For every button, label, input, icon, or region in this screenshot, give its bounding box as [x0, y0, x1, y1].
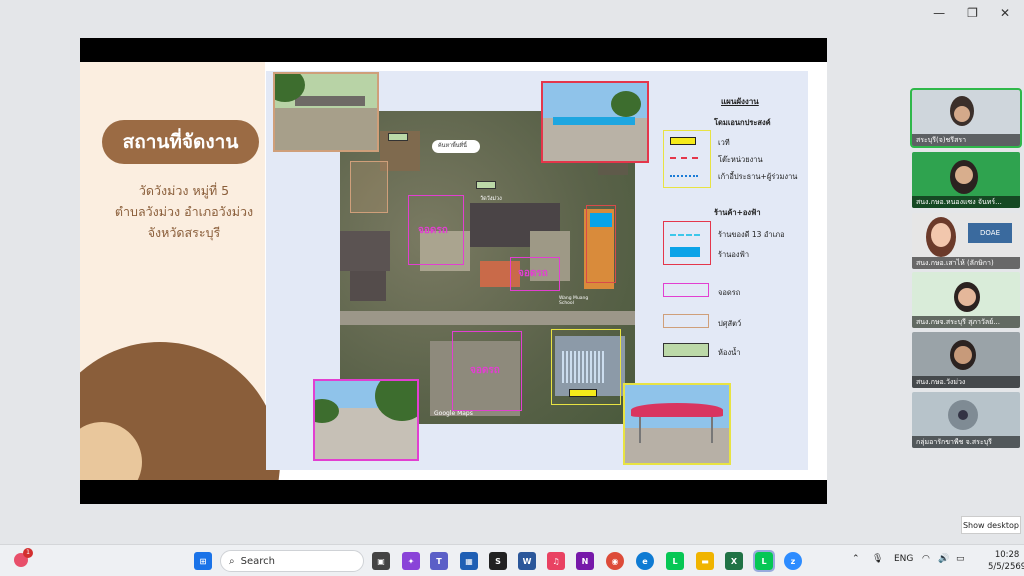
participant-name: สนง.กษอ.เสาไห้ (ลักษิกา) — [912, 257, 1020, 269]
map-attribution: Google Maps — [434, 410, 473, 417]
legend-parking-swatch — [663, 283, 709, 297]
onenote-icon[interactable]: N — [576, 552, 594, 570]
parking-label-1: จอดรถ — [418, 225, 448, 236]
legend-toilet-swatch — [663, 343, 709, 357]
address-line-3: จังหวัดสระบุรี — [147, 225, 221, 240]
participant-tile[interactable]: สนง.กษอ.วังม่วง — [912, 332, 1020, 388]
legend-shop13: ร้านของดี 13 อำเภอ — [718, 230, 785, 239]
system-clock[interactable]: 10:28 5/5/2569 — [988, 549, 1024, 573]
map-search-chip[interactable]: ค้นหาพื้นที่นี้ — [432, 140, 480, 153]
participant-name: สนง.กษจ.สระบุรี สุภาวัลย์... — [912, 316, 1020, 328]
close-icon[interactable]: ✕ — [1000, 6, 1010, 20]
show-desktop-tooltip: Show desktop — [961, 516, 1021, 534]
slide-title: สถานที่จัดงาน — [102, 120, 259, 164]
presentation-slide: สถานที่จัดงาน วัดวังม่วง หมู่ที่ 5 ตำบลว… — [80, 62, 827, 480]
legend-section-shops: ร้านค้า+องฟ้า — [714, 208, 761, 217]
photo-blue-tent — [541, 81, 649, 163]
legend-toilet: ห้องน้ำ — [718, 348, 741, 357]
edge-icon[interactable]: e — [636, 552, 654, 570]
legend-shop-box — [663, 221, 711, 265]
legend-stage: เวที — [718, 138, 730, 147]
participant-name: กลุ่มอารักขาพืช จ.สระบุรี — [912, 436, 1020, 448]
task-view-icon[interactable]: ▣ — [372, 552, 390, 570]
legend-chairs: เก้าอี้ประธาน+ผู้ร่วมงาน — [718, 172, 798, 181]
blue-shop-marker — [590, 213, 612, 227]
calendar-icon[interactable]: ▦ — [460, 552, 478, 570]
venue-address: วัดวังม่วง หมู่ที่ 5 ตำบลวังม่วง อำเภอวั… — [96, 180, 272, 243]
stage-marker — [569, 389, 597, 397]
livestock-zone — [350, 161, 388, 213]
chairs-marker — [562, 351, 604, 383]
chevron-up-icon[interactable]: ⌃ — [852, 554, 860, 564]
clock-time: 10:28 — [994, 550, 1020, 560]
legend-blueshop-swatch — [670, 247, 700, 257]
start-icon[interactable]: ⊞ — [194, 552, 212, 570]
parking-label-2: จอดรถ — [518, 268, 548, 279]
legend-blueshop: ร้านองฟ้า — [718, 250, 750, 259]
volume-icon[interactable]: 🔊 — [938, 554, 949, 564]
legend-stage-swatch — [670, 137, 696, 145]
line-icon[interactable]: L — [666, 552, 684, 570]
parking-label-3: จอดรถ — [470, 365, 500, 376]
legend-title: แผนผังงาน — [721, 97, 759, 106]
minimize-icon[interactable]: — — [933, 6, 945, 20]
banner-logo: DOAE — [968, 223, 1012, 243]
shared-screen: สถานที่จัดงาน วัดวังม่วง หมู่ที่ 5 ตำบลว… — [80, 38, 827, 504]
mic-icon[interactable]: 🎙 — [872, 554, 883, 564]
explorer-icon[interactable]: ▬ — [696, 552, 714, 570]
battery-icon[interactable]: ▭ — [956, 554, 965, 564]
temple-label: วัดวังม่วง — [480, 196, 502, 202]
participant-tile[interactable]: กลุ่มอารักขาพืช จ.สระบุรี — [912, 392, 1020, 448]
clock-date: 5/5/2569 — [988, 562, 1024, 572]
chrome-icon[interactable]: ◉ — [606, 552, 624, 570]
app-s-icon[interactable]: S — [489, 552, 507, 570]
wifi-icon[interactable]: ◠ — [922, 554, 930, 564]
legend-livestock: ปศุสัตว์ — [718, 319, 742, 328]
participant-name: สระบุรี(จ)ชรีสรา — [912, 134, 1020, 146]
word-icon[interactable]: W — [518, 552, 536, 570]
copilot-icon[interactable]: ✦ — [402, 552, 420, 570]
participant-tile[interactable]: สนง.กษอ.หนองแซง จันทร์... — [912, 152, 1020, 208]
taskbar-search[interactable]: ⌕ Search — [220, 550, 364, 572]
legend-section-dome: โดมเอนกประสงค์ — [714, 118, 771, 127]
photo-livestock-shed — [273, 72, 379, 152]
taskbar: 1 ⊞ ⌕ Search ▣ ✦ T ▦ S W ♫ N ◉ e L ▬ X L… — [0, 544, 1024, 576]
teams-icon[interactable]: T — [430, 552, 448, 570]
participant-tile[interactable]: DOAE สนง.กษอ.เสาไห้ (ลักษิกา) — [912, 213, 1020, 269]
excel-icon[interactable]: X — [725, 552, 743, 570]
language-indicator[interactable]: ENG — [894, 554, 913, 564]
window-controls: — ❐ ✕ — [933, 6, 1010, 20]
site-map-panel: ค้นหาพื้นที่นี้ วัดวังม่วง Wang Muang Sc… — [266, 71, 808, 470]
participant-name: สนง.กษอ.หนองแซง จันทร์... — [912, 196, 1020, 208]
legend-chairs-swatch — [670, 175, 698, 177]
toilet-marker-2 — [476, 181, 496, 189]
legend-tables: โต๊ะหน่วยงาน — [718, 155, 763, 164]
participant-tile[interactable]: สระบุรี(จ)ชรีสรา — [910, 88, 1022, 148]
address-line-2: ตำบลวังม่วง อำเภอวังม่วง — [114, 204, 254, 219]
search-icon: ⌕ — [229, 555, 235, 567]
zoom-icon[interactable]: z — [784, 552, 802, 570]
music-icon[interactable]: ♫ — [547, 552, 565, 570]
notification-badge: 1 — [23, 548, 33, 558]
legend-parking: จอดรถ — [718, 288, 741, 297]
address-line-1: วัดวังม่วง หมู่ที่ 5 — [138, 183, 230, 198]
legend-tables-swatch — [670, 157, 698, 159]
toilet-marker-1 — [388, 133, 408, 141]
legend-shop13-swatch — [670, 234, 700, 236]
legend-livestock-swatch — [663, 314, 709, 328]
line-active-icon[interactable]: L — [753, 550, 775, 572]
participant-tile[interactable]: สนง.กษจ.สระบุรี สุภาวัลย์... — [912, 272, 1020, 328]
school-label: Wang Muang School — [559, 296, 589, 306]
search-label: Search — [240, 555, 275, 567]
participant-name: สนง.กษอ.วังม่วง — [912, 376, 1020, 388]
photo-parking-area — [313, 379, 419, 461]
restore-icon[interactable]: ❐ — [967, 6, 978, 20]
photo-dome — [623, 383, 731, 465]
